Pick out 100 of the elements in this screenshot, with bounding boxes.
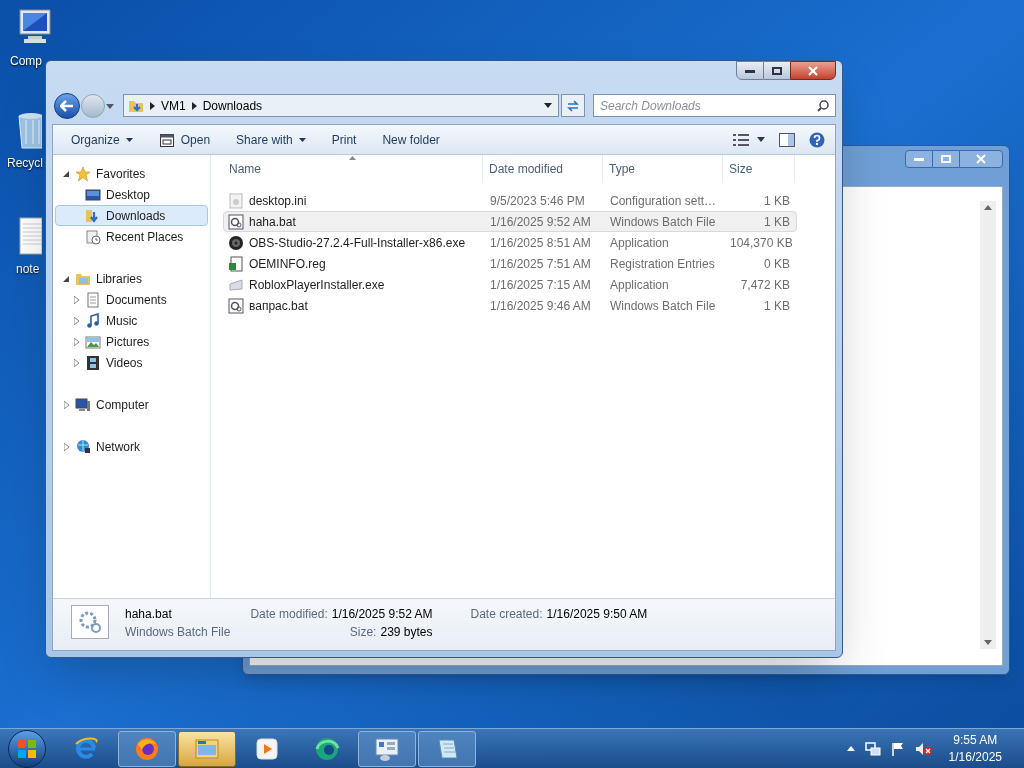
help-icon[interactable] <box>809 131 825 148</box>
column-header[interactable]: Date modified <box>483 155 603 183</box>
toolbar-button[interactable]: New folder <box>376 127 446 152</box>
column-header[interactable]: Name <box>223 155 483 183</box>
address-bar[interactable]: VM1 Downloads <box>123 94 559 117</box>
details-view-icon <box>733 133 749 146</box>
play-button-icon <box>254 735 280 762</box>
history-caret-icon[interactable] <box>106 103 114 109</box>
type-cell-text: Configuration sett… <box>609 192 718 210</box>
type-cell-text: Application <box>609 234 670 252</box>
clock-date: 1/16/2025 <box>948 748 1002 766</box>
desktop-icon-label[interactable]: Recycl <box>7 154 43 172</box>
documents-icon <box>85 291 101 308</box>
refresh-button[interactable] <box>561 94 585 117</box>
nav-item[interactable]: Music <box>55 310 208 331</box>
date-cell-text: 1/16/2025 7:15 AM <box>489 276 592 294</box>
collapsed-arrow-icon[interactable] <box>63 400 69 409</box>
view-options-button[interactable] <box>733 133 765 146</box>
file-name: desktop.ini <box>249 192 307 210</box>
close-button[interactable] <box>959 150 1003 168</box>
start-button[interactable] <box>8 729 46 768</box>
sort-arrow-icon <box>349 156 356 160</box>
toolbar-button[interactable]: Organize <box>65 127 139 152</box>
column-header[interactable]: Size <box>723 155 795 183</box>
nav-item[interactable]: Pictures <box>55 331 208 352</box>
recycle-bin-icon[interactable] <box>17 110 42 150</box>
size-cell-text: 104,370 KB <box>729 234 794 252</box>
nav-item[interactable]: Computer <box>55 394 208 415</box>
file-row[interactable]: OBS-Studio-27.2.4-Full-Installer-x86.exe 1/16/2025 8:51 AM Application 104,370 KB <box>223 232 797 253</box>
collapsed-arrow-icon[interactable] <box>73 358 79 367</box>
file-row[interactable]: haha.bat 1/16/2025 9:52 AM Windows Batch File 1 KB <box>223 211 797 232</box>
nav-item[interactable]: Favorites <box>55 163 208 184</box>
desktop-icon-label[interactable]: note <box>16 260 40 278</box>
column-header[interactable]: Type <box>603 155 723 183</box>
maximize-button[interactable] <box>933 150 959 168</box>
property-label: Date created: <box>470 606 543 623</box>
minimize-button[interactable] <box>905 150 933 168</box>
nav-item[interactable]: Documents <box>55 289 208 310</box>
back-button[interactable] <box>54 93 80 119</box>
property-value: 1/16/2025 9:52 AM <box>331 606 433 623</box>
minimize-button[interactable] <box>736 61 764 80</box>
clock[interactable]: 9:55 AM 1/16/2025 <box>948 731 1002 766</box>
file-row[interactable]: desktop.ini 9/5/2023 5:46 PM Configuration sett… 1 KB <box>223 190 797 211</box>
back-arrow-icon <box>60 100 74 112</box>
details-file-type: Windows Batch File <box>125 624 231 641</box>
nav-item[interactable]: Videos <box>55 352 208 373</box>
nav-item[interactable]: Libraries <box>55 268 208 289</box>
collapsed-arrow-icon[interactable] <box>73 295 79 304</box>
maximize-button[interactable] <box>764 61 790 80</box>
nav-item[interactable]: Downloads <box>55 205 208 226</box>
expanded-arrow-icon[interactable] <box>63 275 69 282</box>
document-icon[interactable] <box>17 216 42 256</box>
expanded-arrow-icon[interactable] <box>63 170 69 177</box>
file-row[interactable]: вапрас.bat 1/16/2025 9:46 AM Windows Batch File 1 KB <box>223 295 797 316</box>
scroll-up-icon[interactable] <box>984 205 992 210</box>
breadcrumb-item[interactable]: Downloads <box>202 96 263 115</box>
collapsed-arrow-icon[interactable] <box>63 442 69 451</box>
taskbar-button[interactable] <box>418 730 476 767</box>
toolbar-button[interactable]: Open <box>152 127 217 152</box>
size-cell-text: 1 KB <box>763 297 791 315</box>
taskbar-button[interactable] <box>358 730 416 767</box>
file-name: haha.bat <box>249 213 296 231</box>
maximize-icon <box>772 66 782 75</box>
collapsed-arrow-icon[interactable] <box>73 337 79 346</box>
details-file-name: haha.bat <box>125 606 173 623</box>
network-icon[interactable] <box>864 741 881 756</box>
show-hidden-icons-icon[interactable] <box>846 746 855 751</box>
toolbar-button[interactable]: Print <box>325 127 363 152</box>
preview-pane-icon[interactable] <box>779 132 795 147</box>
gear-file-icon <box>228 213 244 230</box>
date-cell-text: 1/16/2025 9:46 AM <box>489 297 592 315</box>
file-name: OBS-Studio-27.2.4-Full-Installer-x86.exe <box>249 234 466 252</box>
nav-item[interactable]: Network <box>55 436 208 457</box>
minimize-icon <box>914 157 924 161</box>
file-row[interactable]: OEMINFO.reg 1/16/2025 7:51 AM Registration Entries 0 KB <box>223 253 797 274</box>
collapsed-arrow-icon[interactable] <box>73 316 79 325</box>
chevron-icon[interactable] <box>150 101 155 110</box>
pictures-icon <box>85 333 101 350</box>
close-icon <box>808 65 818 76</box>
file-row[interactable]: RobloxPlayerInstaller.exe 1/16/2025 7:15 AM Application 7,472 KB <box>223 274 797 295</box>
vertical-scrollbar[interactable] <box>980 201 996 649</box>
dropdown-caret-icon[interactable] <box>544 103 552 108</box>
scroll-down-icon[interactable] <box>984 640 992 645</box>
registry-file-icon <box>228 255 244 272</box>
nav-item[interactable]: Recent Places <box>55 226 208 247</box>
taskbar-button[interactable] <box>118 730 176 767</box>
size-cell-text: 1 KB <box>763 213 791 231</box>
breadcrumb-item[interactable]: VM1 <box>161 96 186 115</box>
property-label: Date modified: <box>250 606 328 623</box>
desktop-icon-label[interactable]: Comp <box>10 52 42 70</box>
taskbar-button[interactable] <box>178 730 236 767</box>
muted-speaker-icon[interactable] <box>914 741 933 756</box>
chevron-icon[interactable] <box>191 101 197 110</box>
close-button[interactable] <box>790 61 836 80</box>
toolbar-button[interactable]: Share with <box>230 127 312 152</box>
browser-e-icon <box>74 735 100 762</box>
nav-item[interactable]: Desktop <box>55 184 208 205</box>
search-field[interactable]: Search Downloads <box>593 94 836 117</box>
flag-icon[interactable] <box>890 741 905 756</box>
refresh-icon <box>566 99 580 112</box>
